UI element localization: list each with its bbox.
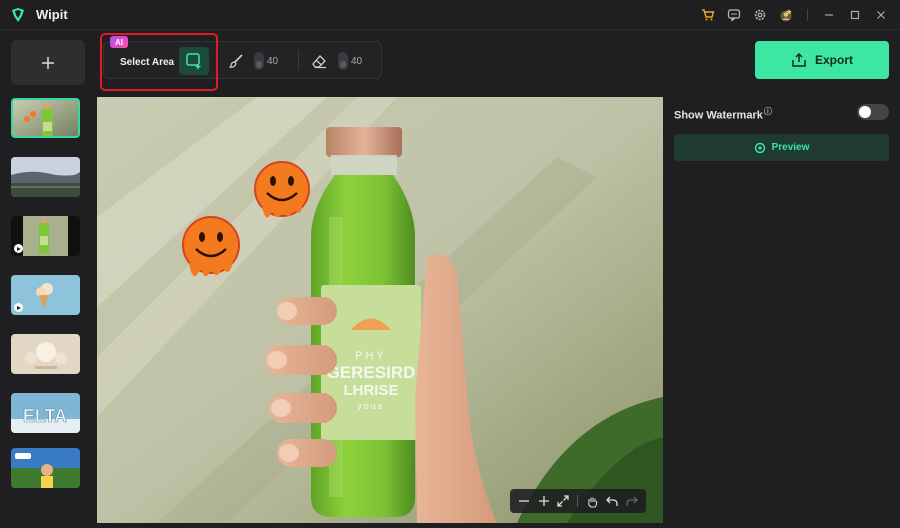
preview-label: Preview: [771, 142, 810, 153]
app-window: Wipit ELTA AI Select Area 40 40 Export P…: [0, 0, 900, 528]
user-avatar-icon[interactable]: [775, 4, 797, 26]
image-canvas[interactable]: PHY GERESIRD LHRISE youe: [97, 97, 663, 523]
bottle-label-line1: PHY: [355, 350, 387, 362]
app-logo-icon: [12, 7, 24, 22]
plus-icon: [42, 56, 54, 69]
eraser-size-slider[interactable]: 40: [338, 52, 362, 70]
show-watermark-row: Show Watermarkⓘ: [674, 106, 772, 122]
preview-button[interactable]: Preview: [674, 134, 889, 161]
add-media-button[interactable]: [11, 40, 85, 85]
thumbnail-landscape[interactable]: [11, 157, 80, 197]
brush-slider-knob[interactable]: [254, 52, 264, 70]
thumbnail-sidebar: ELTA: [0, 30, 90, 528]
bottle-label-line3: LHRISE: [343, 382, 398, 399]
properties-panel: Show Watermarkⓘ Preview: [664, 97, 900, 528]
bottle-label-line4: youe: [357, 401, 385, 411]
cart-icon[interactable]: [697, 4, 719, 26]
hand-pan-icon[interactable]: [586, 495, 599, 508]
maximize-icon[interactable]: [844, 4, 866, 26]
title-bar: Wipit: [0, 0, 900, 30]
thumbnail-juice-bottle[interactable]: [11, 98, 80, 138]
fit-screen-icon[interactable]: [557, 495, 569, 507]
watermark-toggle[interactable]: [857, 104, 889, 120]
eraser-size-value: 40: [351, 55, 363, 67]
brush-size-value: 40: [267, 55, 279, 67]
eye-icon: [754, 142, 765, 153]
brush-icon: [228, 54, 243, 68]
thumbnail-juice-video[interactable]: [11, 216, 80, 256]
undo-icon[interactable]: [606, 495, 619, 507]
svg-text:ELTA: ELTA: [23, 406, 67, 426]
eraser-icon: [312, 55, 326, 69]
thumbnail-text-graphic[interactable]: ELTA: [11, 393, 80, 433]
zoom-controls: [510, 489, 646, 513]
bottle-label-line2: GERESIRD: [327, 363, 416, 382]
eraser-slider-knob[interactable]: [338, 52, 348, 70]
select-area-tool[interactable]: AI Select Area: [100, 33, 218, 91]
select-area-button[interactable]: [179, 47, 209, 75]
brush-size-slider[interactable]: 40: [254, 52, 278, 70]
smiley-sticker-top: [254, 161, 310, 218]
export-icon: [792, 52, 806, 67]
settings-icon[interactable]: [749, 4, 771, 26]
toolbar-divider: [298, 50, 299, 70]
export-button[interactable]: Export: [755, 41, 889, 79]
export-label: Export: [814, 53, 853, 67]
close-icon[interactable]: [870, 4, 892, 26]
zoom-separator: [576, 495, 578, 507]
thumbnail-cream-product[interactable]: [11, 334, 80, 374]
eraser-tool[interactable]: 40: [310, 43, 362, 79]
zoom-in-icon[interactable]: [538, 495, 550, 507]
minimize-icon[interactable]: [818, 4, 840, 26]
show-watermark-label: Show Watermark: [674, 109, 763, 122]
thumbnail-ice-cream-video[interactable]: [11, 275, 80, 315]
redo-icon[interactable]: [626, 495, 638, 507]
title-bar-controls: [697, 0, 892, 30]
ai-badge: AI: [110, 36, 128, 48]
product-photo: PHY GERESIRD LHRISE youe: [97, 97, 663, 523]
feedback-icon[interactable]: [723, 4, 745, 26]
thumbnail-people-outdoor[interactable]: [11, 448, 80, 488]
title-separator: [807, 9, 808, 21]
info-icon[interactable]: ⓘ: [764, 107, 772, 116]
video-badge-icon: [14, 244, 23, 253]
select-area-icon: [186, 53, 201, 69]
select-area-label: Select Area: [120, 57, 175, 68]
smiley-sticker-bottom: [182, 216, 240, 277]
zoom-out-icon[interactable]: [518, 495, 530, 507]
toggle-knob: [859, 106, 871, 118]
video-badge-icon: [14, 303, 23, 312]
brush-tool[interactable]: 40: [228, 43, 278, 79]
app-title: Wipit: [36, 7, 68, 22]
editing-toolbar: AI Select Area 40 40 Export: [96, 30, 900, 96]
